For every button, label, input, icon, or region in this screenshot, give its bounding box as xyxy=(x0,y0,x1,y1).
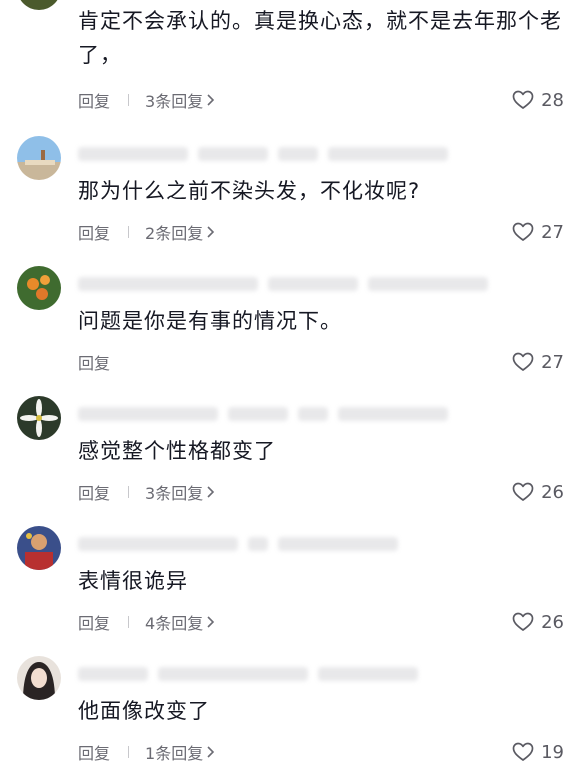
comment-text: 表情很诡异 xyxy=(78,569,188,593)
comment-item: 问题是你是有事的情况下。 回复 27 xyxy=(0,262,584,392)
like-button[interactable]: 27 xyxy=(512,220,564,244)
reply-button[interactable]: 回复 xyxy=(78,610,110,634)
like-count: 26 xyxy=(541,481,564,503)
view-replies-button[interactable]: 3条回复 xyxy=(145,480,215,504)
divider xyxy=(128,94,130,106)
heart-outline-icon xyxy=(512,742,534,761)
heart-outline-icon xyxy=(512,222,534,241)
username-blurred xyxy=(78,406,548,422)
avatar[interactable] xyxy=(17,526,61,570)
comment-actions: 回复 3条回复 28 xyxy=(78,88,574,112)
comment-text: 肯定不会承认的。真是换心态，就不是去年那个老了， xyxy=(78,9,562,67)
reply-button[interactable]: 回复 xyxy=(78,88,110,112)
comment-item: 他面像改变了 回复 1条回复 19 xyxy=(0,652,584,782)
comment-text: 感觉整个性格都变了 xyxy=(78,439,276,463)
comment-actions: 回复 2条回复 27 xyxy=(78,220,574,244)
like-count: 28 xyxy=(541,89,564,111)
comment-actions: 回复 27 xyxy=(78,350,574,374)
divider xyxy=(128,486,130,498)
comment-actions: 回复 3条回复 26 xyxy=(78,480,574,504)
heart-outline-icon xyxy=(512,612,534,631)
comment-item: 感觉整个性格都变了 回复 3条回复 26 xyxy=(0,392,584,522)
avatar[interactable] xyxy=(17,0,61,10)
chevron-right-icon xyxy=(207,486,215,498)
divider xyxy=(128,616,130,628)
comment-text: 问题是你是有事的情况下。 xyxy=(78,309,342,333)
comment-text: 那为什么之前不染头发，不化妆呢? xyxy=(78,179,421,203)
view-replies-button[interactable]: 2条回复 xyxy=(145,220,215,244)
like-button[interactable]: 19 xyxy=(512,740,564,764)
reply-button[interactable]: 回复 xyxy=(78,740,110,764)
username-blurred xyxy=(78,536,548,552)
username-blurred xyxy=(78,276,548,292)
avatar[interactable] xyxy=(17,656,61,700)
comment-item: 表情很诡异 回复 4条回复 26 xyxy=(0,522,584,652)
comment-text: 他面像改变了 xyxy=(78,699,210,723)
reply-button[interactable]: 回复 xyxy=(78,350,110,374)
like-count: 19 xyxy=(541,741,564,763)
view-replies-button[interactable]: 3条回复 xyxy=(145,88,215,112)
like-count: 26 xyxy=(541,611,564,633)
heart-outline-icon xyxy=(512,90,534,109)
like-button[interactable]: 26 xyxy=(512,480,564,504)
username-blurred xyxy=(78,666,548,682)
heart-outline-icon xyxy=(512,482,534,501)
replies-count: 2条回复 xyxy=(145,224,204,243)
chevron-right-icon xyxy=(207,226,215,238)
replies-count: 3条回复 xyxy=(145,484,204,503)
comment-actions: 回复 1条回复 19 xyxy=(78,740,574,764)
divider xyxy=(128,746,130,758)
avatar[interactable] xyxy=(17,136,61,180)
like-count: 27 xyxy=(541,221,564,243)
like-button[interactable]: 27 xyxy=(512,350,564,374)
username-blurred xyxy=(78,146,548,162)
reply-button[interactable]: 回复 xyxy=(78,480,110,504)
divider xyxy=(128,226,130,238)
replies-count: 4条回复 xyxy=(145,614,204,633)
comment-actions: 回复 4条回复 26 xyxy=(78,610,574,634)
comment-item: 那为什么之前不染头发，不化妆呢? 回复 2条回复 27 xyxy=(0,132,584,262)
reply-button[interactable]: 回复 xyxy=(78,220,110,244)
comment-item: 肯定不会承认的。真是换心态，就不是去年那个老了， 回复 3条回复 28 xyxy=(0,0,584,111)
view-replies-button[interactable]: 1条回复 xyxy=(145,740,215,764)
chevron-right-icon xyxy=(207,746,215,758)
view-replies-button[interactable]: 4条回复 xyxy=(145,610,215,634)
replies-count: 3条回复 xyxy=(145,92,204,111)
chevron-right-icon xyxy=(207,94,215,106)
like-button[interactable]: 26 xyxy=(512,610,564,634)
like-button[interactable]: 28 xyxy=(512,88,564,112)
heart-outline-icon xyxy=(512,352,534,371)
chevron-right-icon xyxy=(207,616,215,628)
avatar[interactable] xyxy=(17,266,61,310)
like-count: 27 xyxy=(541,351,564,373)
replies-count: 1条回复 xyxy=(145,744,204,763)
avatar[interactable] xyxy=(17,396,61,440)
